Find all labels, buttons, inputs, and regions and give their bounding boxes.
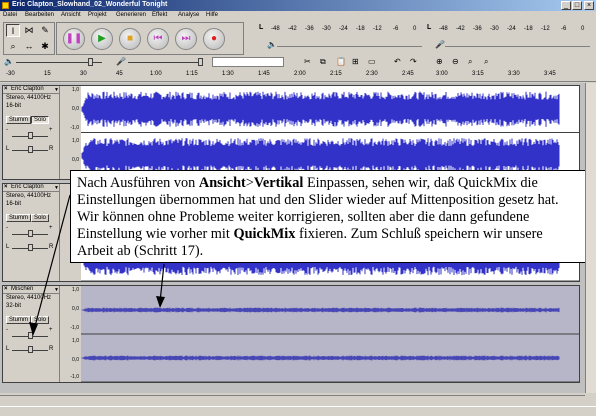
status-bar <box>0 406 596 416</box>
callout-arrowhead <box>156 296 165 308</box>
horizontal-scrollbar[interactable] <box>0 395 585 405</box>
callout-arrows <box>29 194 165 336</box>
callout-arrowhead <box>29 322 38 336</box>
vertical-scrollbar[interactable] <box>585 83 596 393</box>
callout-arrow-waveform <box>159 263 165 303</box>
callout-arrow-slider <box>33 194 71 331</box>
